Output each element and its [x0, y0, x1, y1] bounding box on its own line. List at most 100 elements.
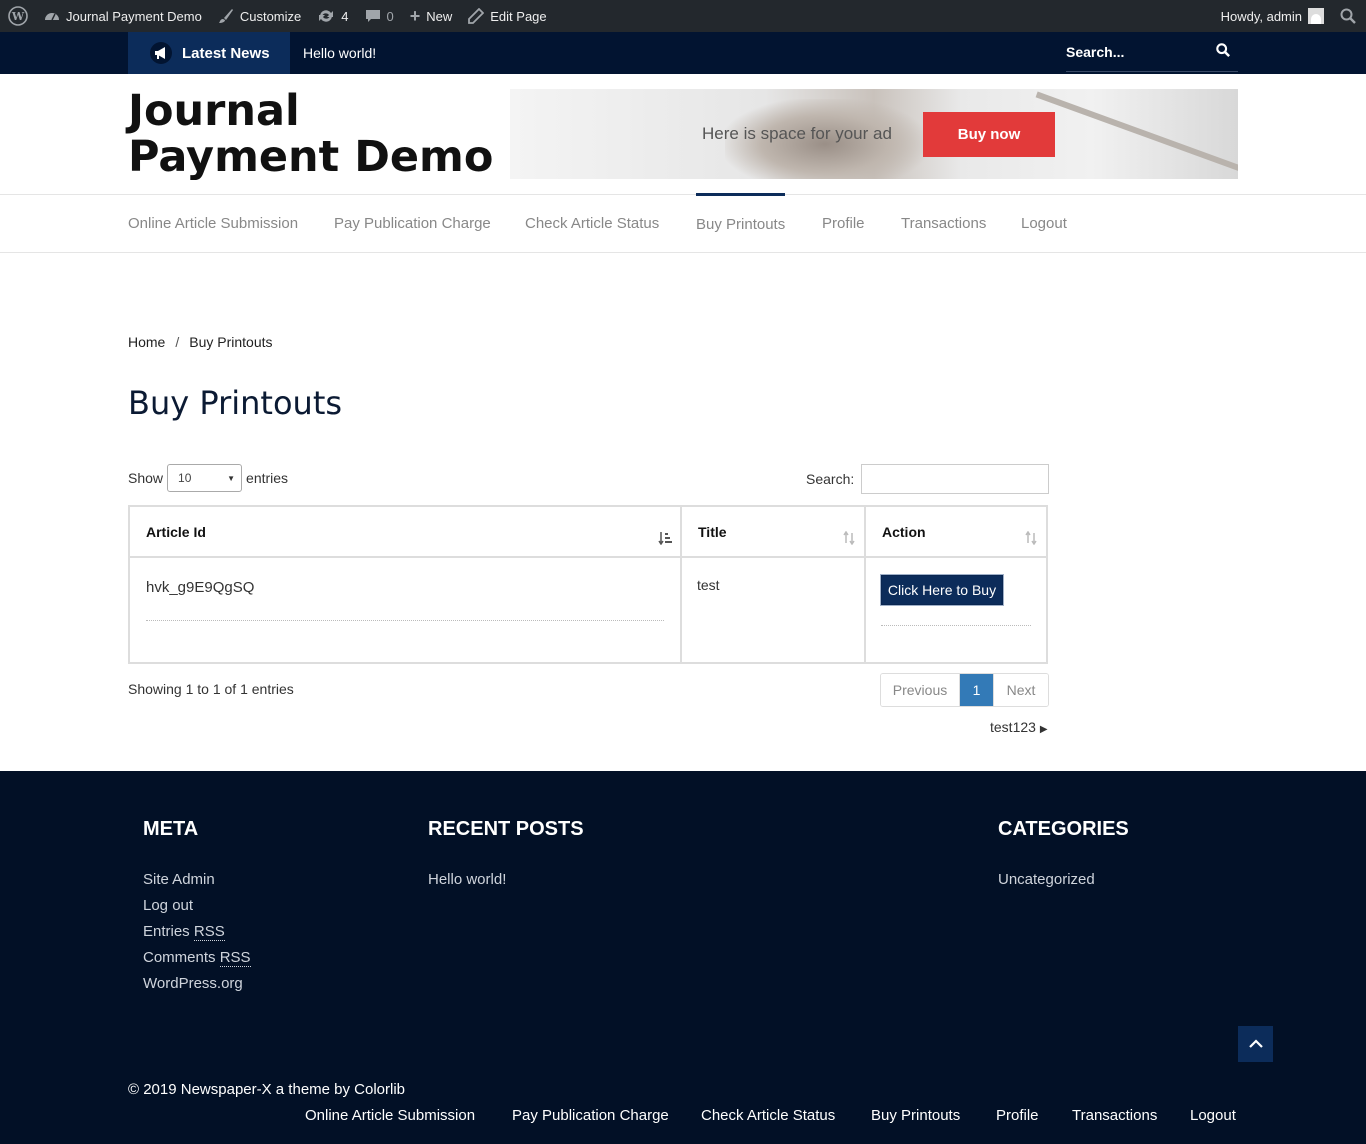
- footer-nav-logout[interactable]: Logout: [1190, 1107, 1236, 1124]
- updates-link[interactable]: 4: [309, 0, 356, 32]
- nav-check-article-status[interactable]: Check Article Status: [525, 195, 659, 252]
- header-action-label: Action: [882, 524, 926, 540]
- dashboard-icon: [44, 8, 60, 24]
- footer-meta-title: META: [143, 818, 199, 840]
- sort-both-icon: [1024, 530, 1038, 548]
- entries-select[interactable]: 10 ▼: [167, 464, 243, 492]
- footer-nav-profile[interactable]: Profile: [996, 1107, 1039, 1124]
- nav-online-article-submission[interactable]: Online Article Submission: [128, 195, 298, 252]
- ad-banner[interactable]: Here is space for your ad Buy now: [510, 89, 1238, 179]
- footer-recent-post[interactable]: Hello world!: [428, 871, 506, 888]
- footer-nav-online-article-submission[interactable]: Online Article Submission: [305, 1107, 475, 1124]
- admin-bar: W Journal Payment Demo Customize 4 0 + N…: [0, 0, 1366, 32]
- brush-icon: [218, 8, 234, 24]
- breadcrumb-separator: /: [175, 334, 180, 350]
- updates-count: 4: [341, 8, 349, 24]
- wordpress-logo-button[interactable]: W: [0, 0, 36, 32]
- header-title[interactable]: Title: [682, 507, 864, 558]
- site-name-link[interactable]: Journal Payment Demo: [36, 0, 210, 32]
- caret-down-icon: ▼: [227, 473, 236, 483]
- nav-logout[interactable]: Logout: [1021, 195, 1067, 252]
- header-article-id[interactable]: Article Id: [130, 507, 680, 558]
- next-button[interactable]: Next: [993, 674, 1048, 706]
- caret-right-icon: ▶: [1039, 724, 1048, 735]
- footer-link-comments-rss[interactable]: Comments RSS: [143, 949, 251, 967]
- plus-icon: +: [409, 5, 421, 26]
- header-search-input[interactable]: Search...: [1066, 32, 1238, 72]
- comments-count: 0: [386, 8, 394, 24]
- next-post-label: test123: [990, 719, 1036, 735]
- svg-text:W: W: [11, 10, 25, 23]
- search-icon[interactable]: [1216, 43, 1230, 60]
- sort-both-icon: [842, 530, 856, 548]
- news-ticker-item[interactable]: Hello world!: [303, 32, 376, 74]
- previous-button[interactable]: Previous: [881, 674, 960, 706]
- new-label: New: [426, 8, 453, 24]
- megaphone-icon: [150, 42, 172, 64]
- page-title: Buy Printouts: [128, 384, 343, 422]
- customize-link[interactable]: Customize: [210, 0, 309, 32]
- nav-transactions[interactable]: Transactions: [901, 195, 986, 252]
- howdy-label: Howdy, admin: [1220, 8, 1302, 24]
- customize-label: Customize: [239, 8, 302, 24]
- pagination: Previous 1 Next: [880, 673, 1049, 707]
- edit-page-link[interactable]: Edit Page: [460, 0, 554, 32]
- nav-profile[interactable]: Profile: [822, 195, 865, 252]
- pencil-icon: [468, 8, 485, 24]
- updates-icon: [317, 8, 335, 24]
- table-search-input[interactable]: [861, 464, 1050, 494]
- header-title-label: Title: [698, 524, 727, 540]
- entries-label: Entries: [143, 923, 194, 940]
- back-to-top-button[interactable]: [1238, 1026, 1273, 1062]
- admin-search-button[interactable]: [1332, 0, 1366, 32]
- site-title[interactable]: Journal Payment Demo: [128, 88, 498, 180]
- entries-select-value: 10: [178, 471, 192, 485]
- comment-icon: [365, 8, 381, 24]
- click-here-to-buy-button[interactable]: Click Here to Buy: [881, 575, 1003, 605]
- footer-nav-transactions[interactable]: Transactions: [1072, 1107, 1157, 1124]
- sort-asc-icon: [658, 531, 672, 548]
- breadcrumb: Home / Buy Printouts: [128, 334, 273, 350]
- printouts-table: Article Id Title Action hvk_g9E9QgSQ tes…: [128, 505, 1048, 664]
- comments-link[interactable]: 0: [357, 0, 402, 32]
- footer-categories-title: CATEGORIES: [998, 818, 1129, 840]
- nav-pay-publication-charge[interactable]: Pay Publication Charge: [334, 195, 491, 252]
- footer-link-site-admin[interactable]: Site Admin: [143, 871, 215, 888]
- site-name-label: Journal Payment Demo: [66, 8, 202, 24]
- rss-abbr: RSS: [219, 949, 251, 967]
- new-content-link[interactable]: + New: [402, 0, 461, 32]
- search-placeholder: Search...: [1066, 43, 1125, 60]
- breadcrumb-current: Buy Printouts: [189, 334, 273, 350]
- header-action[interactable]: Action: [866, 507, 1046, 558]
- page-1-button[interactable]: 1: [960, 674, 993, 706]
- copyright: © 2019 Newspaper-X a theme by Colorlib: [128, 1081, 406, 1098]
- my-account-link[interactable]: Howdy, admin: [1213, 0, 1332, 32]
- search-icon: [1340, 8, 1356, 24]
- ad-text: Here is space for your ad: [702, 124, 892, 143]
- footer-link-entries-rss[interactable]: Entries RSS: [143, 923, 225, 941]
- comments-label: Comments: [143, 949, 220, 966]
- entries-label: entries: [246, 470, 289, 486]
- table-search-label: Search:: [806, 471, 855, 487]
- next-post-link[interactable]: test123 ▶: [990, 719, 1048, 735]
- footer-category[interactable]: Uncategorized: [998, 871, 1095, 888]
- show-label: Show: [128, 470, 164, 486]
- footer-link-log-out[interactable]: Log out: [143, 897, 193, 914]
- header-article-id-label: Article Id: [146, 524, 206, 540]
- breadcrumb-home[interactable]: Home: [128, 334, 165, 350]
- cell-title: test: [697, 577, 720, 593]
- buy-now-button[interactable]: Buy now: [923, 112, 1055, 157]
- main-nav: Online Article Submission Pay Publicatio…: [0, 193, 1366, 253]
- site-footer: META Site Admin Log out Entries RSS Comm…: [0, 771, 1366, 1144]
- wordpress-icon: W: [8, 6, 28, 26]
- cell-divider: [146, 620, 664, 621]
- footer-nav-pay-publication-charge[interactable]: Pay Publication Charge: [512, 1107, 669, 1124]
- rss-abbr: RSS: [193, 923, 225, 941]
- footer-nav-buy-printouts[interactable]: Buy Printouts: [871, 1107, 960, 1124]
- top-news-bar: Latest News Hello world! Search...: [0, 32, 1366, 74]
- nav-buy-printouts[interactable]: Buy Printouts: [696, 193, 786, 252]
- footer-nav-check-article-status[interactable]: Check Article Status: [701, 1107, 835, 1124]
- cell-article-id: hvk_g9E9QgSQ: [146, 579, 255, 596]
- footer-link-wordpress-org[interactable]: WordPress.org: [143, 975, 243, 992]
- latest-news-text: Latest News: [182, 44, 270, 62]
